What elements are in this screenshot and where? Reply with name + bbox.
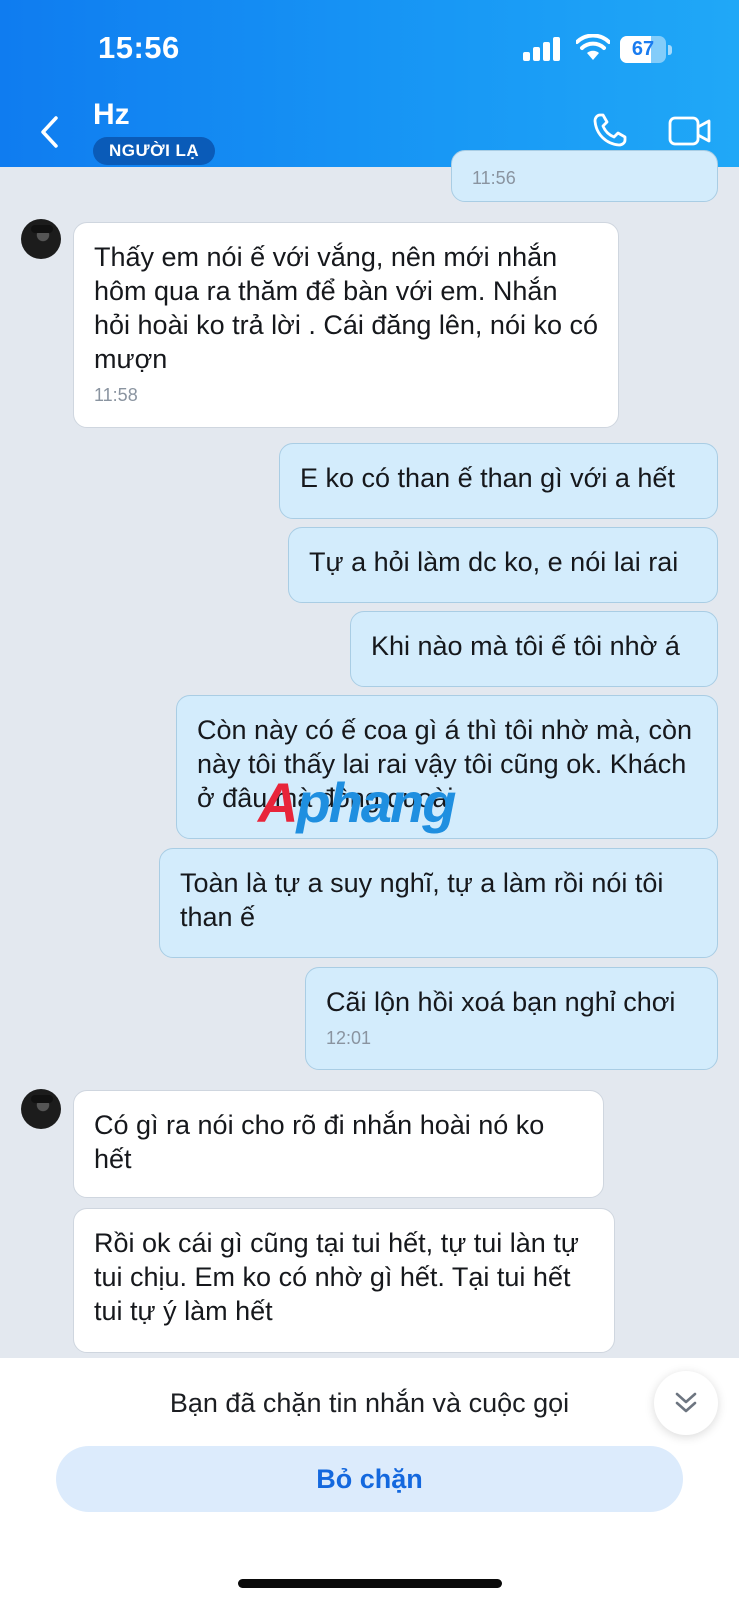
message-text: Có gì ra nói cho rõ đi nhắn hoài nó ko h… — [94, 1110, 545, 1174]
message-text: Cãi lộn hồi xoá bạn nghỉ chơi — [326, 987, 676, 1017]
message-bubble-incoming[interactable]: Có gì ra nói cho rõ đi nhắn hoài nó ko h… — [73, 1090, 604, 1198]
message-text: Tự a hỏi làm dc ko, e nói lai rai — [309, 547, 679, 577]
message-bubble-incoming[interactable]: Thấy em nói ế với vắng, nên mới nhắn hôm… — [73, 222, 619, 428]
stranger-badge: NGƯỜI LẠ — [93, 137, 216, 165]
message-bubble-outgoing[interactable]: Cãi lộn hồi xoá bạn nghỉ chơi 12:01 — [305, 967, 718, 1070]
avatar[interactable] — [21, 219, 61, 259]
message-text: E ko có than ế than gì với a hết — [300, 463, 675, 493]
message-text: Khi nào mà tôi ế tôi nhờ á — [371, 631, 680, 661]
message-time: 11:56 — [472, 168, 516, 188]
message-bubble-outgoing[interactable]: E ko có than ế than gì với a hết — [279, 443, 718, 519]
blocked-footer: Bạn đã chặn tin nhắn và cuộc gọi Bỏ chặn — [0, 1358, 739, 1600]
wifi-icon — [576, 34, 610, 60]
message-bubble-outgoing[interactable]: Tự a hỏi làm dc ko, e nói lai rai — [288, 527, 718, 603]
video-camera-icon[interactable] — [668, 114, 712, 148]
unblock-button[interactable]: Bỏ chặn — [56, 1446, 683, 1512]
message-bubble-incoming[interactable]: Rồi ok cái gì cũng tại tui hết, tự tui l… — [73, 1208, 615, 1353]
message-text: Thấy em nói ế với vắng, nên mới nhắn hôm… — [94, 242, 598, 374]
signal-icon — [523, 37, 563, 61]
message-bubble-outgoing[interactable]: 11:56 — [451, 150, 718, 202]
blocked-notice: Bạn đã chặn tin nhắn và cuộc gọi — [169, 1388, 570, 1418]
message-text: Rồi ok cái gì cũng tại tui hết, tự tui l… — [94, 1228, 579, 1326]
home-indicator — [238, 1579, 502, 1588]
chat-header: 15:56 67 Hz NGƯỜI LẠ — [0, 0, 739, 167]
battery-indicator: 67 — [620, 36, 672, 63]
back-icon[interactable] — [36, 112, 66, 152]
message-time: 12:01 — [326, 1028, 372, 1048]
battery-level: 67 — [631, 38, 655, 60]
double-chevron-down-icon — [675, 1392, 697, 1413]
message-text: Toàn là tự a suy nghĩ, tự a làm rồi nói … — [180, 868, 664, 932]
scroll-down-button[interactable] — [654, 1371, 718, 1435]
message-bubble-outgoing[interactable]: Khi nào mà tôi ế tôi nhờ á — [350, 611, 718, 687]
phone-icon[interactable] — [592, 112, 628, 148]
contact-name[interactable]: Hz — [93, 98, 130, 132]
message-bubble-outgoing[interactable]: Toàn là tự a suy nghĩ, tự a làm rồi nói … — [159, 848, 718, 958]
avatar[interactable] — [21, 1089, 61, 1129]
status-time: 15:56 — [98, 30, 180, 65]
message-time: 11:58 — [94, 385, 138, 405]
watermark-logo: Aphang — [258, 771, 456, 834]
